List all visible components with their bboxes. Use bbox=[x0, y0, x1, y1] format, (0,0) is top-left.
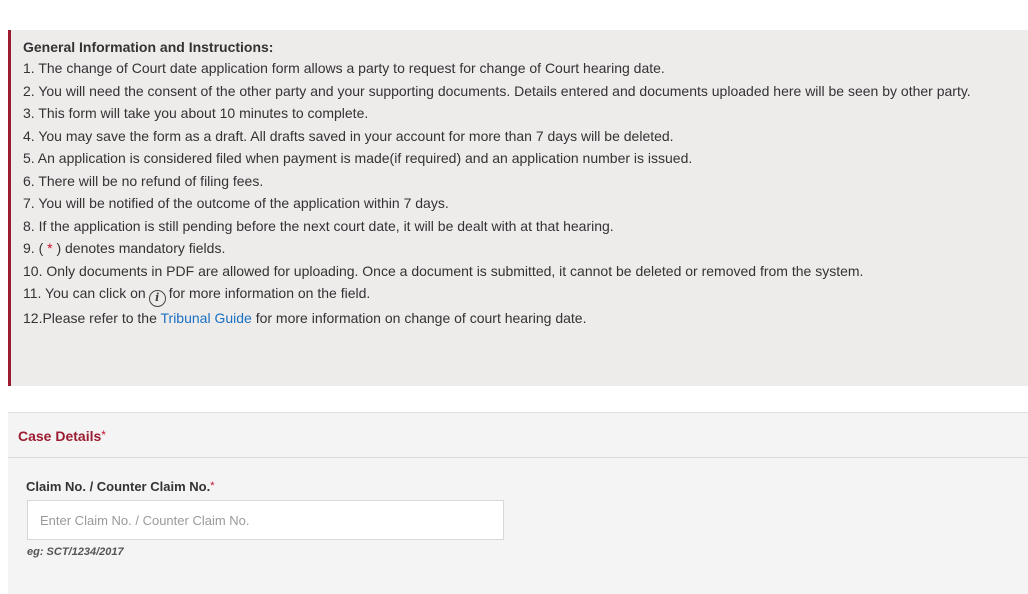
instruction-item-6: 6. There will be no refund of filing fee… bbox=[23, 172, 264, 189]
case-details-panel: Case Details* Claim No. / Counter Claim … bbox=[8, 412, 1028, 594]
instruction-item-11-suffix: for more information on the field. bbox=[168, 285, 371, 301]
instruction-item-12-prefix: 12.Please refer to the bbox=[23, 310, 161, 326]
case-details-required-star: * bbox=[101, 428, 106, 442]
instruction-item-8: 8. If the application is still pending b… bbox=[23, 217, 614, 234]
claim-number-input[interactable] bbox=[27, 500, 504, 540]
instruction-item-4: 4. You may save the form as a draft. All… bbox=[23, 127, 674, 144]
case-details-title: Case Details bbox=[18, 428, 102, 444]
instructions-panel: General Information and Instructions: 1.… bbox=[8, 30, 1028, 386]
claim-number-label: Claim No. / Counter Claim No.* bbox=[26, 479, 214, 494]
instruction-item-3: 3. This form will take you about 10 minu… bbox=[23, 105, 369, 121]
instruction-item-2: 2. You will need the consent of the othe… bbox=[23, 82, 971, 99]
instruction-item-9-suffix: ) denotes mandatory fields. bbox=[52, 240, 226, 256]
instruction-item-11-prefix: 11. You can click on bbox=[23, 285, 146, 301]
instruction-item-11: 11. You can click on i for more informatio… bbox=[23, 282, 1028, 307]
instructions-list: 1. The change of Court date application … bbox=[23, 57, 1028, 330]
instruction-item-5: 5. An application is considered filed wh… bbox=[23, 150, 693, 166]
tribunal-guide-link[interactable]: Tribunal Guide bbox=[161, 310, 252, 326]
claim-number-hint: eg: SCT/1234/2017 bbox=[27, 546, 124, 558]
instruction-item-9-prefix: 9. ( bbox=[23, 240, 48, 256]
info-icon: i bbox=[148, 290, 166, 307]
claim-number-label-text: Claim No. / Counter Claim No. bbox=[26, 479, 211, 494]
instructions-title: General Information and Instructions: bbox=[23, 39, 274, 55]
claim-number-required-star: * bbox=[210, 480, 215, 492]
instruction-item-1: 1. The change of Court date application … bbox=[23, 60, 665, 76]
instruction-item-12: 12.Please refer to the Tribunal Guide fo… bbox=[23, 307, 1028, 330]
instruction-item-9: 9. ( * ) denotes mandatory fields. bbox=[23, 237, 1028, 260]
instruction-item-12-suffix: for more information on change of court … bbox=[251, 310, 587, 326]
instruction-item-7: 7. You will be notified of the outcome o… bbox=[23, 195, 449, 211]
case-details-header: Case Details* bbox=[8, 413, 1028, 458]
instruction-item-10: 10. Only documents in PDF are allowed fo… bbox=[23, 262, 864, 279]
